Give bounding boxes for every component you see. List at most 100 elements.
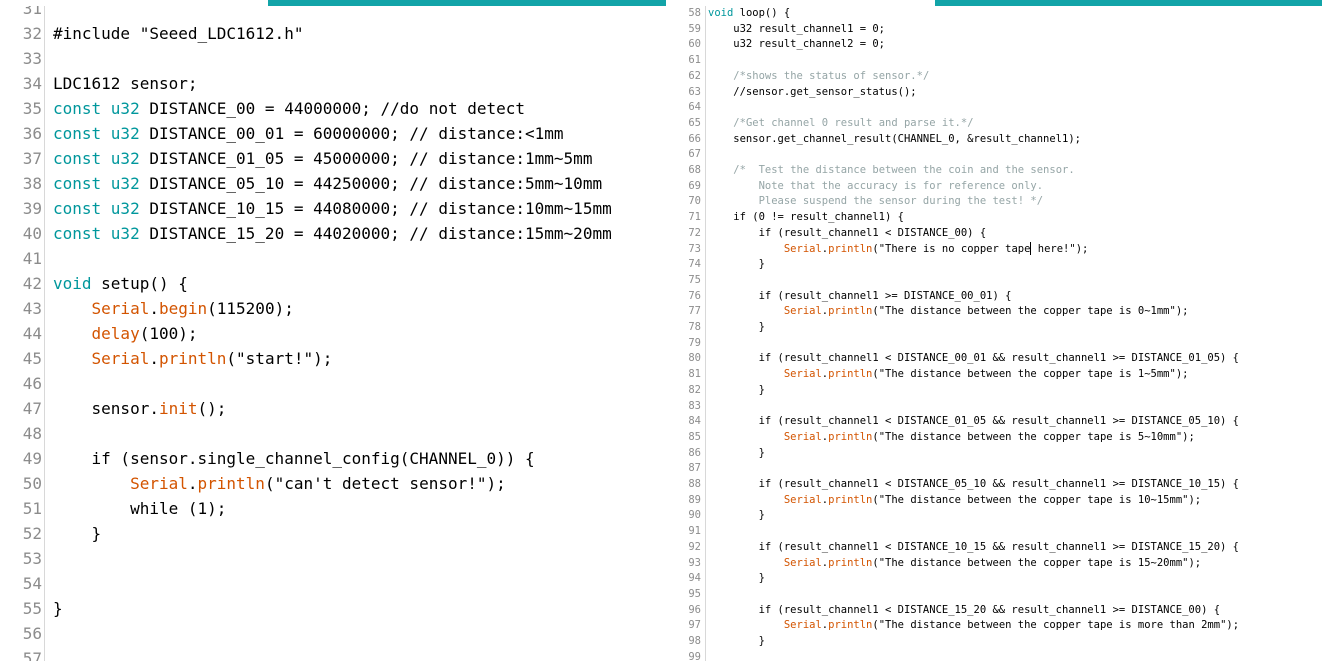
code-line[interactable]: 47 sensor.init(); [0, 396, 666, 421]
code-line[interactable]: 85 Serial.println("The distance between … [676, 430, 1322, 446]
code-line[interactable]: 60 u32 result_channel2 = 0; [676, 37, 1322, 53]
code-line[interactable]: 84 if (result_channel1 < DISTANCE_01_05 … [676, 414, 1322, 430]
code-line[interactable]: 86 } [676, 446, 1322, 462]
code-line[interactable]: 45 Serial.println("start!"); [0, 346, 666, 371]
line-number: 48 [22, 424, 42, 443]
code-line[interactable]: 57 [0, 646, 666, 661]
code-line[interactable]: 94 } [676, 571, 1322, 587]
code-line[interactable]: 63 //sensor.get_sensor_status(); [676, 85, 1322, 101]
code-line[interactable]: 65 /*Get channel 0 result and parse it.*… [676, 116, 1322, 132]
code-line[interactable]: 31 [0, 6, 666, 21]
code-line[interactable]: 50 Serial.println("can't detect sensor!"… [0, 471, 666, 496]
code-line[interactable]: 69 Note that the accuracy is for referen… [676, 179, 1322, 195]
code-line[interactable]: 78 } [676, 320, 1322, 336]
code-line[interactable]: 62 /*shows the status of sensor.*/ [676, 69, 1322, 85]
line-number: 57 [22, 649, 42, 661]
code-line[interactable]: 82 } [676, 383, 1322, 399]
code-line[interactable]: 43 Serial.begin(115200); [0, 296, 666, 321]
code-line[interactable]: 89 Serial.println("The distance between … [676, 493, 1322, 509]
code-text: void loop() { [708, 7, 790, 19]
code-line[interactable]: 90 } [676, 508, 1322, 524]
code-token: DISTANCE_10_15 = 44080000; // distance:1… [139, 199, 612, 218]
code-line[interactable]: 77 Serial.println("The distance between … [676, 304, 1322, 320]
code-line[interactable]: 87 [676, 461, 1322, 477]
code-token: ("can't detect sensor!"); [264, 474, 506, 493]
code-line[interactable]: 35 const u32 DISTANCE_00 = 44000000; //do… [0, 96, 666, 121]
code-line[interactable]: 66 sensor.get_channel_result(CHANNEL_0, … [676, 132, 1322, 148]
code-token: void [708, 7, 734, 19]
code-line[interactable]: 56 [0, 621, 666, 646]
code-line[interactable]: 91 [676, 524, 1322, 540]
code-line[interactable]: 95 [676, 587, 1322, 603]
code-line[interactable]: 72 if (result_channel1 < DISTANCE_00) { [676, 226, 1322, 242]
code-line[interactable]: 64 [676, 100, 1322, 116]
left-code-editor[interactable]: 31 32 #include "Seeed_LDC1612.h" 33 34 LDC161… [0, 6, 666, 661]
code-line[interactable]: 96 if (result_channel1 < DISTANCE_15_20 … [676, 603, 1322, 619]
code-line[interactable]: 83 [676, 399, 1322, 415]
code-token: #include "Seeed_LDC1612.h" [53, 24, 304, 43]
code-line[interactable]: 46 [0, 371, 666, 396]
code-token: } [708, 258, 765, 271]
code-line[interactable]: 42 void setup() { [0, 271, 666, 296]
code-line[interactable]: 93 Serial.println("The distance between … [676, 556, 1322, 572]
code-token: . [187, 474, 198, 493]
code-token: } [708, 383, 765, 396]
code-token: if (result_channel1 >= DISTANCE_00_01) { [708, 289, 1012, 302]
code-line[interactable]: 71 if (0 != result_channel1) { [676, 210, 1322, 226]
code-token: u32 result_channel2 = 0; [708, 38, 886, 51]
code-line[interactable]: 88 if (result_channel1 < DISTANCE_05_10 … [676, 477, 1322, 493]
code-line[interactable]: 68 /* Test the distance between the coin… [676, 163, 1322, 179]
code-token: Serial [783, 368, 822, 381]
code-token: /* Test the distance between the coin an… [733, 164, 1075, 176]
code-text: } [53, 599, 63, 618]
code-line[interactable]: 54 [0, 571, 666, 596]
code-line[interactable]: 97 Serial.println("The distance between … [676, 618, 1322, 634]
code-line[interactable]: 44 delay(100); [0, 321, 666, 346]
line-number: 73 [688, 242, 701, 255]
code-line[interactable]: 58 void loop() { [676, 6, 1322, 22]
code-line[interactable]: 98 } [676, 634, 1322, 650]
code-line[interactable]: 41 [0, 246, 666, 271]
code-line[interactable]: 70 Please suspend the sensor during the … [676, 194, 1322, 210]
code-line[interactable]: 40 const u32 DISTANCE_15_20 = 44020000; /… [0, 221, 666, 246]
code-line[interactable]: 34 LDC1612 sensor; [0, 71, 666, 96]
code-line[interactable]: 67 [676, 147, 1322, 163]
code-line[interactable]: 55} [0, 596, 666, 621]
code-line[interactable]: 75 [676, 273, 1322, 289]
code-token: } [53, 599, 63, 618]
code-line[interactable]: 81 Serial.println("The distance between … [676, 367, 1322, 383]
code-token: setup() { [91, 274, 188, 293]
code-line[interactable]: 76 if (result_channel1 >= DISTANCE_00_01… [676, 289, 1322, 305]
code-line[interactable]: 74 } [676, 257, 1322, 273]
code-text: const u32 DISTANCE_10_15 = 44080000; // … [53, 199, 612, 218]
code-token: if (0 != result_channel1) { [708, 211, 904, 224]
code-text: const u32 DISTANCE_00_01 = 60000000; // … [53, 124, 564, 143]
code-line[interactable]: 51 while (1); [0, 496, 666, 521]
code-line[interactable]: 73 Serial.println("There is no copper ta… [676, 242, 1322, 258]
code-line[interactable]: 38 const u32 DISTANCE_05_10 = 44250000; /… [0, 171, 666, 196]
code-line[interactable]: 59 u32 result_channel1 = 0; [676, 22, 1322, 38]
code-line[interactable]: 79 [676, 336, 1322, 352]
code-token: if (result_channel1 < DISTANCE_00) { [708, 226, 987, 239]
line-number: 93 [688, 556, 701, 569]
code-line[interactable]: 33 [0, 46, 666, 71]
code-token: Serial [783, 493, 822, 506]
code-token: println [828, 368, 873, 381]
code-line[interactable]: 49 if (sensor.single_channel_config(CHAN… [0, 446, 666, 471]
code-line[interactable]: 39 const u32 DISTANCE_10_15 = 44080000; /… [0, 196, 666, 221]
code-line[interactable]: 36 const u32 DISTANCE_00_01 = 60000000; /… [0, 121, 666, 146]
code-token: Serial [91, 299, 150, 318]
code-line[interactable]: 32 #include "Seeed_LDC1612.h" [0, 21, 666, 46]
code-text: Serial.begin(115200); [53, 299, 294, 318]
code-line[interactable]: 48 [0, 421, 666, 446]
code-line[interactable]: 92 if (result_channel1 < DISTANCE_10_15 … [676, 540, 1322, 556]
code-line[interactable]: 80 if (result_channel1 < DISTANCE_00_01 … [676, 351, 1322, 367]
code-line[interactable]: 99 [676, 650, 1322, 661]
code-line[interactable]: 53 [0, 546, 666, 571]
code-line[interactable]: 37 const u32 DISTANCE_01_05 = 45000000; /… [0, 146, 666, 171]
right-code-editor[interactable]: 58 void loop() {59 u32 result_channel1 = … [676, 6, 1322, 661]
code-line[interactable]: 52 } [0, 521, 666, 546]
code-line[interactable]: 61 [676, 53, 1322, 69]
